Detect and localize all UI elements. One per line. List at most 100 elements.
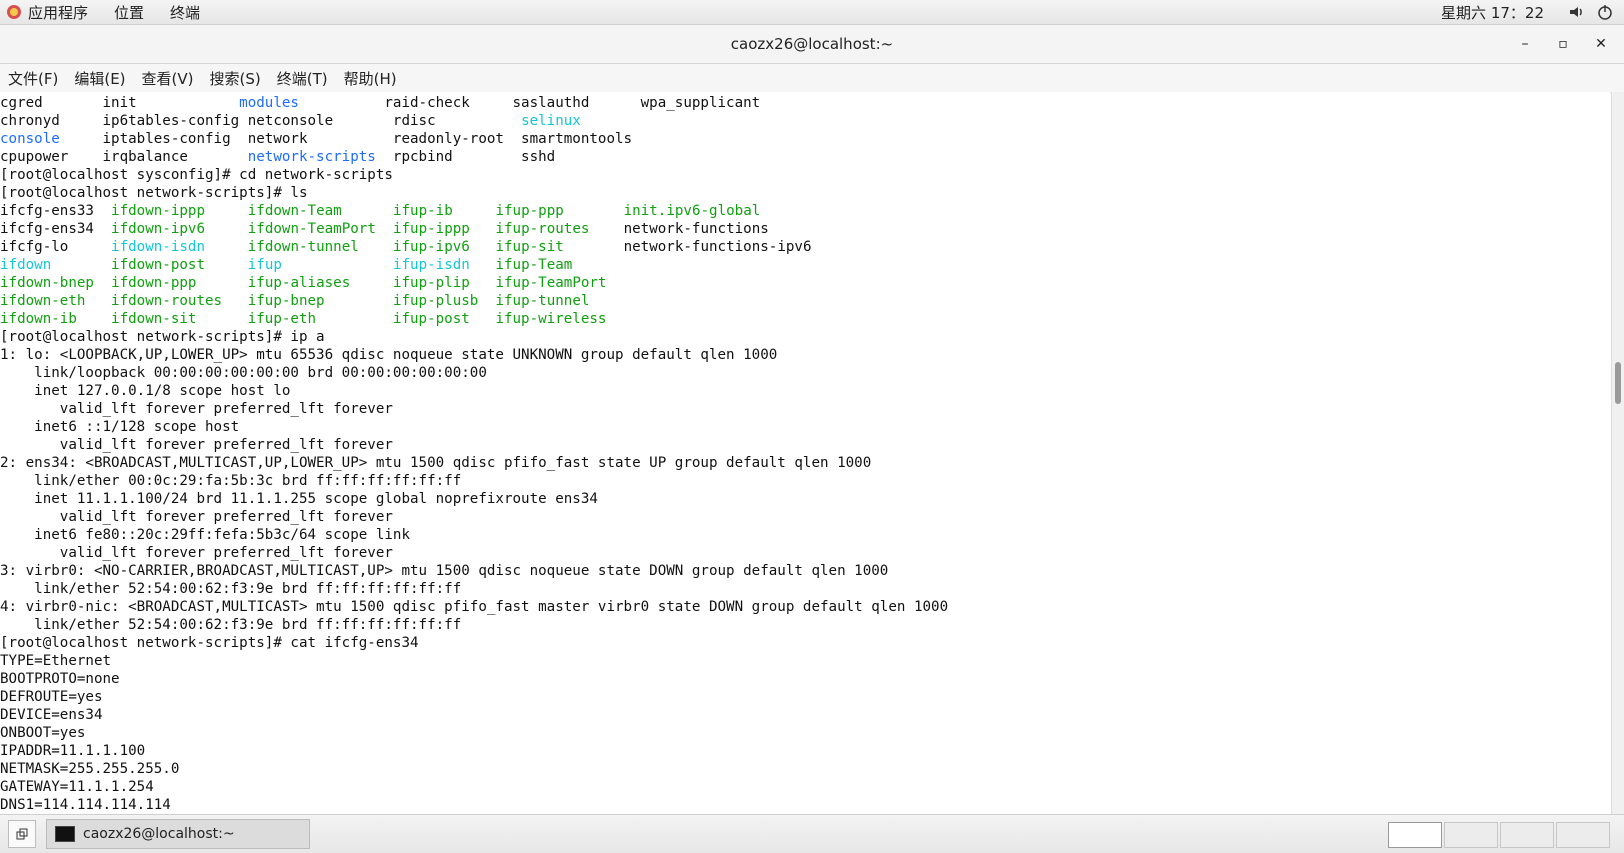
menu-edit[interactable]: 编辑(E) <box>74 68 125 89</box>
terminal-text: rpcbind sshd <box>375 149 556 165</box>
terminal-text: ifup-Team <box>495 257 573 273</box>
clock[interactable]: 星期六 17：22 <box>1441 2 1544 23</box>
terminal-menu-label[interactable]: 终端 <box>170 2 200 23</box>
terminal-line: valid_lft forever preferred_lft forever <box>0 400 1610 418</box>
terminal-text: ifdown-ipv6 <box>111 221 206 237</box>
terminal-text: ifcfg-ens33 <box>0 203 112 219</box>
terminal-text: ifdown-tunnel <box>247 239 359 255</box>
terminal-line: cpupower irqbalance network-scripts rpcb… <box>0 148 1610 166</box>
window-titlebar: caozx26@localhost:~ – ▫ ✕ <box>0 25 1624 64</box>
scroll-thumb[interactable] <box>1615 362 1621 404</box>
terminal-text: ifdown-ippp <box>111 203 206 219</box>
terminal-text: valid_lft forever preferred_lft forever <box>0 401 393 417</box>
terminal-text: ifup-ipv6 <box>392 239 470 255</box>
terminal-line: [root@localhost network-scripts]# cat if… <box>0 634 1610 652</box>
terminal-text: ifup-eth <box>247 311 317 327</box>
terminal-line: valid_lft forever preferred_lft forever <box>0 436 1610 454</box>
terminal-text: valid_lft forever preferred_lft forever <box>0 437 393 453</box>
terminal-text: 3: virbr0: <NO-CARRIER,BROADCAST,MULTICA… <box>0 563 889 579</box>
terminal-text: network-functions <box>589 221 769 237</box>
terminal-text: GATEWAY=11.1.1.254 <box>0 779 154 795</box>
terminal-line: link/loopback 00:00:00:00:00:00 brd 00:0… <box>0 364 1610 382</box>
menu-search[interactable]: 搜索(S) <box>210 68 261 89</box>
menu-help[interactable]: 帮助(H) <box>344 68 397 89</box>
power-icon[interactable] <box>1596 3 1614 21</box>
close-button[interactable]: ✕ <box>1586 36 1616 52</box>
terminal-text: network-functions-ipv6 <box>563 239 812 255</box>
terminal-text: ifdown-ppp <box>111 275 197 291</box>
terminal-task[interactable]: caozx26@localhost:~ <box>46 819 310 849</box>
terminal-line: console iptables-config network readonly… <box>0 130 1610 148</box>
terminal-text: ifup-ippp <box>392 221 470 237</box>
terminal-text: BOOTPROTO=none <box>0 671 120 687</box>
terminal-line: link/ether 52:54:00:62:f3:9e brd ff:ff:f… <box>0 616 1610 634</box>
terminal-line: valid_lft forever preferred_lft forever <box>0 508 1610 526</box>
terminal-text: DEFROUTE=yes <box>0 689 103 705</box>
terminal-line: NETMASK=255.255.255.0 <box>0 760 1610 778</box>
terminal-text: ifdown-Team <box>247 203 342 219</box>
terminal-text: NETMASK=255.255.255.0 <box>0 761 180 777</box>
terminal-line: link/ether 00:0c:29:fa:5b:3c brd ff:ff:f… <box>0 472 1610 490</box>
terminal-line: inet 11.1.1.100/24 brd 11.1.1.255 scope … <box>0 490 1610 508</box>
workspace-4[interactable] <box>1556 822 1610 848</box>
terminal-text: ifup-routes <box>495 221 590 237</box>
terminal-text: ifdown-bnep <box>0 275 94 291</box>
terminal-line: 2: ens34: <BROADCAST,MULTICAST,UP,LOWER_… <box>0 454 1610 472</box>
terminal-line: 4: virbr0-nic: <BROADCAST,MULTICAST> mtu… <box>0 598 1610 616</box>
terminal-text: ifdown <box>0 257 52 273</box>
terminal-line: ifcfg-ens34 ifdown-ipv6 ifdown-TeamPort … <box>0 220 1610 238</box>
terminal-text: init.ipv6-global <box>623 203 761 219</box>
terminal-text: [root@localhost sysconfig]# cd network-s… <box>0 167 393 183</box>
apps-label[interactable]: 应用程序 <box>28 2 88 23</box>
menu-view[interactable]: 查看(V) <box>142 68 194 89</box>
terminal-text: ONBOOT=yes <box>0 725 86 741</box>
workspace-2[interactable] <box>1444 822 1498 848</box>
workspace-3[interactable] <box>1500 822 1554 848</box>
terminal-text: ifup-post <box>392 311 470 327</box>
top-panel: 应用程序 位置 终端 星期六 17：22 <box>0 0 1624 25</box>
maximize-button[interactable]: ▫ <box>1548 36 1578 52</box>
terminal-line: inet6 ::1/128 scope host <box>0 418 1610 436</box>
terminal-text: ifup-plip <box>392 275 470 291</box>
apps-menu[interactable]: 应用程序 位置 终端 <box>6 2 226 23</box>
terminal-text: ifdown-eth <box>0 293 86 309</box>
terminal-text: ifup-aliases <box>247 275 351 291</box>
window-controls: – ▫ ✕ <box>1502 25 1616 63</box>
terminal-text: inet6 fe80::20c:29ff:fefa:5b3c/64 scope … <box>0 527 410 543</box>
taskbar: caozx26@localhost:~ <box>0 814 1624 853</box>
terminal-text: 2: ens34: <BROADCAST,MULTICAST,UP,LOWER_… <box>0 455 872 471</box>
terminal-line: IPADDR=11.1.1.100 <box>0 742 1610 760</box>
volume-icon[interactable] <box>1568 3 1586 21</box>
terminal-text: inet6 ::1/128 scope host <box>0 419 240 435</box>
scrollbar[interactable] <box>1611 92 1624 814</box>
terminal-text: ifdown-post <box>111 257 206 273</box>
terminal-line: ifdown-ib ifdown-sit ifup-eth ifup-post … <box>0 310 1610 328</box>
show-desktop-button[interactable] <box>8 820 36 848</box>
minimize-button[interactable]: – <box>1510 36 1540 52</box>
terminal-text: ifup-ib <box>392 203 453 219</box>
terminal-text: [root@localhost network-scripts]# cat if… <box>0 635 419 651</box>
terminal-output[interactable]: cgred init modules raid-check saslauthd … <box>0 92 1610 816</box>
menu-file[interactable]: 文件(F) <box>8 68 58 89</box>
menu-terminal[interactable]: 终端(T) <box>277 68 328 89</box>
window-title: caozx26@localhost:~ <box>730 35 894 53</box>
terminal-line: ifdown-eth ifdown-routes ifup-bnep ifup-… <box>0 292 1610 310</box>
terminal-line: BOOTPROTO=none <box>0 670 1610 688</box>
places-label[interactable]: 位置 <box>114 2 144 23</box>
terminal-line: DNS1=114.114.114.114 <box>0 796 1610 814</box>
workspace-1[interactable] <box>1388 822 1442 848</box>
